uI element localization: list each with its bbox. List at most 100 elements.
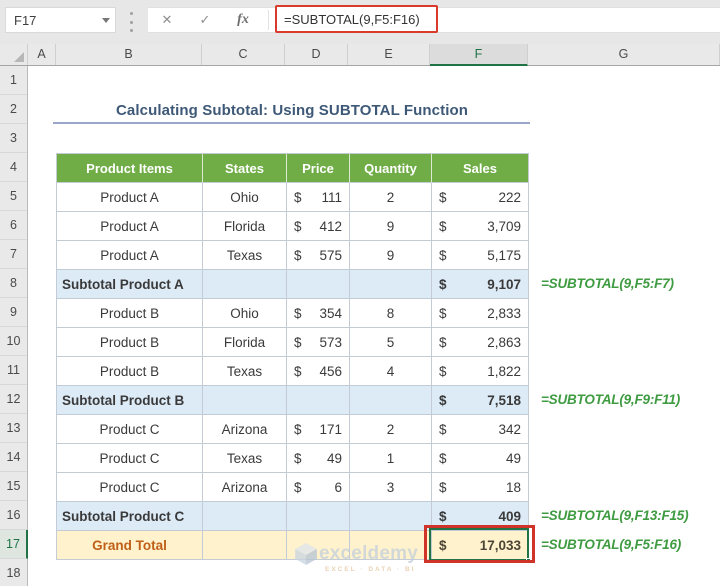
product-cell[interactable]: Product C (57, 444, 203, 473)
table-header-price[interactable]: Price (287, 154, 350, 183)
row-header-9[interactable]: 9 (0, 298, 27, 327)
price-cell[interactable]: $573 (287, 328, 350, 357)
sales-cell[interactable]: $2,863 (432, 328, 529, 357)
price-cell[interactable]: $49 (287, 444, 350, 473)
product-cell[interactable]: Product C (57, 473, 203, 502)
subtotal-sales-cell[interactable]: $9,107 (432, 270, 529, 299)
sales-cell[interactable]: $49 (432, 444, 529, 473)
cancel-icon[interactable]: ✕ (148, 12, 186, 28)
empty-cell[interactable] (203, 502, 287, 531)
state-cell[interactable]: Ohio (203, 299, 287, 328)
empty-cell[interactable] (350, 386, 432, 415)
sales-cell[interactable]: $3,709 (432, 212, 529, 241)
row-header-18[interactable]: 18 (0, 559, 27, 586)
row-header-3[interactable]: 3 (0, 124, 27, 153)
insert-function-icon[interactable]: fx (224, 12, 262, 28)
empty-cell[interactable] (287, 386, 350, 415)
column-header-D[interactable]: D (285, 44, 348, 65)
empty-cell[interactable] (203, 270, 287, 299)
product-cell[interactable]: Product A (57, 212, 203, 241)
row-header-16[interactable]: 16 (0, 501, 27, 530)
quantity-cell[interactable]: 8 (350, 299, 432, 328)
sales-cell[interactable]: $5,175 (432, 241, 529, 270)
table-header-states[interactable]: States (203, 154, 287, 183)
price-cell[interactable]: $354 (287, 299, 350, 328)
row-header-14[interactable]: 14 (0, 443, 27, 472)
name-box[interactable]: F17 (5, 7, 116, 33)
column-header-F[interactable]: F (430, 44, 528, 66)
quantity-cell[interactable]: 1 (350, 444, 432, 473)
row-header-12[interactable]: 12 (0, 385, 27, 414)
state-cell[interactable]: Texas (203, 357, 287, 386)
row-header-13[interactable]: 13 (0, 414, 27, 443)
state-cell[interactable]: Florida (203, 212, 287, 241)
row-header-10[interactable]: 10 (0, 327, 27, 356)
row-header-8[interactable]: 8 (0, 269, 27, 298)
quantity-cell[interactable]: 2 (350, 183, 432, 212)
subtotal-label-cell[interactable]: Subtotal Product B (57, 386, 203, 415)
subtotal-sales-cell[interactable]: $7,518 (432, 386, 529, 415)
grand-label-cell[interactable]: Grand Total (57, 531, 203, 560)
sales-cell[interactable]: $2,833 (432, 299, 529, 328)
fill-handle[interactable] (526, 558, 531, 563)
product-cell[interactable]: Product A (57, 183, 203, 212)
price-cell[interactable]: $111 (287, 183, 350, 212)
quantity-cell[interactable]: 5 (350, 328, 432, 357)
state-cell[interactable]: Florida (203, 328, 287, 357)
row-header-6[interactable]: 6 (0, 211, 27, 240)
select-all-button[interactable] (0, 44, 28, 65)
table-header-sales[interactable]: Sales (432, 154, 529, 183)
price-cell[interactable]: $171 (287, 415, 350, 444)
enter-icon[interactable]: ✓ (186, 12, 224, 28)
subtotal-sales-cell[interactable]: $409 (432, 502, 529, 531)
state-cell[interactable]: Arizona (203, 473, 287, 502)
table-header-product-items[interactable]: Product Items (57, 154, 203, 183)
state-cell[interactable]: Texas (203, 444, 287, 473)
row-header-7[interactable]: 7 (0, 240, 27, 269)
price-cell[interactable]: $456 (287, 357, 350, 386)
state-cell[interactable]: Ohio (203, 183, 287, 212)
product-cell[interactable]: Product B (57, 328, 203, 357)
row-header-1[interactable]: 1 (0, 66, 27, 95)
subtotal-label-cell[interactable]: Subtotal Product A (57, 270, 203, 299)
formula-input[interactable]: =SUBTOTAL(9,F5:F16) (277, 12, 420, 27)
price-cell[interactable]: $412 (287, 212, 350, 241)
quantity-cell[interactable]: 3 (350, 473, 432, 502)
sales-cell[interactable]: $1,822 (432, 357, 529, 386)
empty-cell[interactable] (203, 386, 287, 415)
column-header-E[interactable]: E (348, 44, 430, 65)
sheet-area[interactable]: Calculating Subtotal: Using SUBTOTAL Fun… (28, 66, 720, 586)
quantity-cell[interactable]: 9 (350, 212, 432, 241)
empty-cell[interactable] (287, 270, 350, 299)
empty-cell[interactable] (203, 531, 287, 560)
product-cell[interactable]: Product B (57, 299, 203, 328)
empty-cell[interactable] (287, 502, 350, 531)
state-cell[interactable]: Arizona (203, 415, 287, 444)
column-header-B[interactable]: B (56, 44, 202, 65)
column-header-A[interactable]: A (28, 44, 56, 65)
price-cell[interactable]: $6 (287, 473, 350, 502)
row-header-17[interactable]: 17 (0, 530, 28, 559)
empty-cell[interactable] (350, 502, 432, 531)
product-cell[interactable]: Product B (57, 357, 203, 386)
quantity-cell[interactable]: 9 (350, 241, 432, 270)
row-header-15[interactable]: 15 (0, 472, 27, 501)
row-header-4[interactable]: 4 (0, 153, 27, 182)
sales-cell[interactable]: $222 (432, 183, 529, 212)
name-box-dropdown-icon[interactable] (97, 8, 115, 32)
product-cell[interactable]: Product C (57, 415, 203, 444)
row-header-11[interactable]: 11 (0, 356, 27, 385)
subtotal-label-cell[interactable]: Subtotal Product C (57, 502, 203, 531)
row-header-5[interactable]: 5 (0, 182, 27, 211)
column-header-G[interactable]: G (528, 44, 720, 65)
row-header-2[interactable]: 2 (0, 95, 27, 124)
sales-cell[interactable]: $18 (432, 473, 529, 502)
empty-cell[interactable] (350, 270, 432, 299)
column-header-C[interactable]: C (202, 44, 285, 65)
sales-cell[interactable]: $342 (432, 415, 529, 444)
quantity-cell[interactable]: 2 (350, 415, 432, 444)
price-cell[interactable]: $575 (287, 241, 350, 270)
table-header-quantity[interactable]: Quantity (350, 154, 432, 183)
state-cell[interactable]: Texas (203, 241, 287, 270)
product-cell[interactable]: Product A (57, 241, 203, 270)
